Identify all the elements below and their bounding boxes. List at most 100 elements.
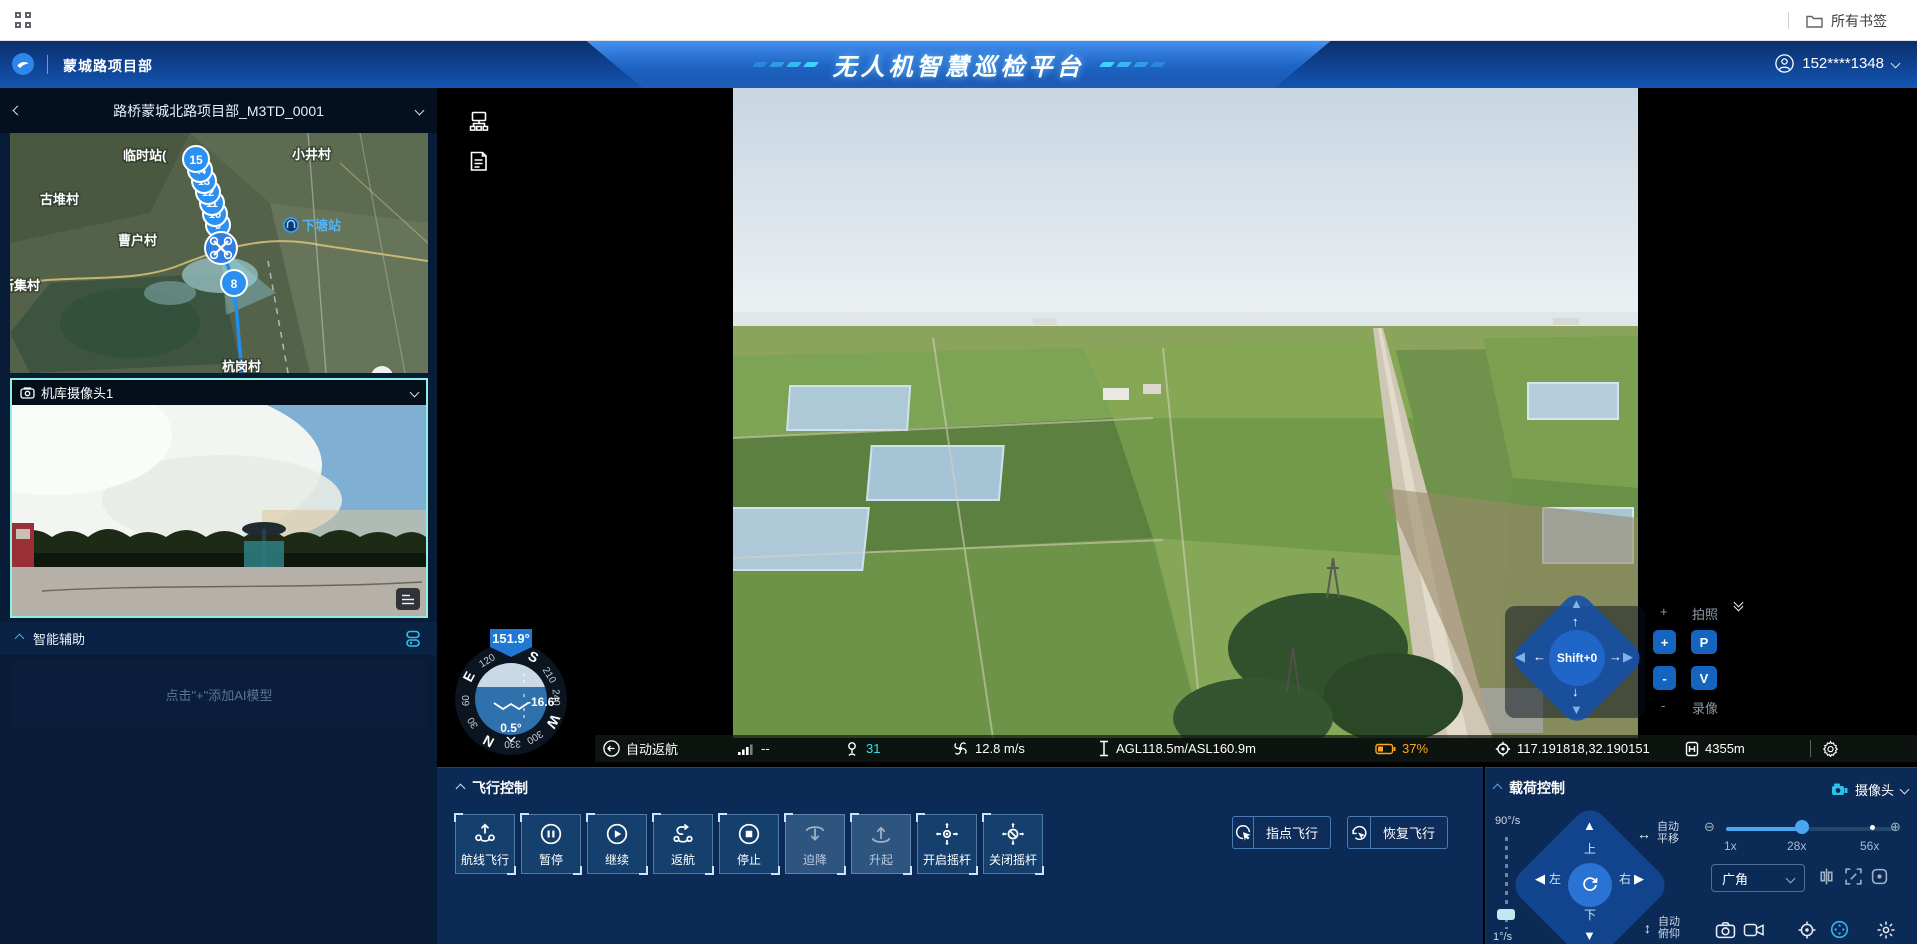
main-video-area: N 30 60 E 120 S 210 240 W 300 330 151.9°… — [437, 88, 1917, 765]
point-fly-button[interactable]: 指点飞行 — [1232, 816, 1331, 849]
lens-select-value: 广角 — [1722, 869, 1748, 888]
joystick-on-icon — [934, 821, 960, 847]
back-chevron-icon[interactable] — [13, 106, 23, 116]
camera-selector[interactable]: 摄像头 — [1831, 780, 1908, 799]
apps-grid-icon[interactable] — [15, 12, 31, 28]
stop-button[interactable]: 停止 — [719, 814, 779, 874]
payload-center-button[interactable] — [1568, 863, 1612, 907]
battery-indicator: 37% — [1375, 735, 1428, 762]
gimbal-arrow-right-icon[interactable]: → — [1609, 649, 1622, 664]
gimbal-tip-left-icon[interactable]: ◀ — [1515, 649, 1525, 665]
zoom-slider-handle[interactable] — [1795, 820, 1809, 834]
map-label-linshizhan: 临时站( — [123, 148, 167, 163]
zoom-label-mid: 28x — [1787, 839, 1806, 853]
gimbal-direction-pad[interactable]: ▲ ▼ ◀ ▶ ↑ ↓ ← → Shift+0 — [1505, 598, 1665, 748]
dock-camera-collapse-icon[interactable] — [410, 388, 420, 398]
return-home-button[interactable]: 返航 — [653, 814, 713, 874]
lens-select[interactable]: 广角 — [1711, 864, 1805, 892]
dock-camera-panel[interactable]: 机库摄像头1 — [10, 378, 428, 618]
svg-text:15: 15 — [189, 153, 203, 167]
lift-up-button[interactable]: 升起 — [851, 814, 911, 874]
gimbal-speed-handle[interactable] — [1497, 909, 1515, 920]
route-flight-label: 航线飞行 — [461, 851, 509, 868]
collapse-double-chevron-icon[interactable] — [1735, 602, 1742, 610]
lift-up-icon — [868, 821, 894, 847]
photo-key-button[interactable]: P — [1691, 630, 1717, 654]
gimbal-arrow-down-icon[interactable]: ↓ — [1572, 684, 1579, 699]
drone-logo-icon — [16, 57, 30, 71]
gimbal-tip-up-icon[interactable]: ▲ — [1570, 596, 1583, 611]
gimbal-arrow-up-icon[interactable]: ↑ — [1572, 614, 1579, 629]
video-key-button[interactable]: V — [1691, 666, 1717, 690]
speed-indicator: 12.8 m/s — [952, 735, 1025, 762]
dock-camera-menu-button[interactable] — [396, 588, 420, 610]
payload-control-header[interactable]: 载荷控制 — [1494, 778, 1565, 798]
gimbal-center-button[interactable]: Shift+0 — [1549, 630, 1605, 686]
payload-up-arrow-icon[interactable]: ▲ — [1583, 818, 1596, 833]
capture-area-button[interactable] — [1844, 867, 1863, 886]
payload-control-title: 载荷控制 — [1509, 778, 1565, 798]
mini-map[interactable]: 临时站( 小井村 古堆村 曹户村 塘新集村 杭岗村 下塘站 9 — [10, 133, 428, 373]
resume-fly-button[interactable]: 恢复飞行 — [1347, 816, 1448, 849]
photo-hint-label: 拍照 — [1692, 604, 1718, 623]
route-flight-button[interactable]: 航线飞行 — [455, 814, 515, 874]
zoom-out-button[interactable]: - — [1653, 666, 1676, 690]
battery-icon — [1375, 743, 1396, 755]
pause-label: 暂停 — [539, 851, 563, 868]
zoom-in-button[interactable]: + — [1653, 630, 1676, 654]
joystick-off-button[interactable]: 关闭摇杆 — [983, 814, 1043, 874]
return-mode-indicator[interactable]: 自动返航 — [603, 735, 678, 762]
header-divider — [47, 55, 48, 74]
user-menu[interactable]: 152****1348 — [1775, 54, 1899, 73]
folder-icon — [1806, 14, 1823, 28]
payload-right-label: 右 — [1619, 870, 1631, 887]
flight-control-header[interactable]: 飞行控制 — [457, 778, 528, 798]
target-lock-button[interactable] — [1797, 920, 1817, 940]
pause-button[interactable]: 暂停 — [521, 814, 581, 874]
all-bookmarks-button[interactable]: 所有书签 — [1806, 11, 1887, 31]
record-video-button[interactable] — [1743, 921, 1765, 939]
exposure-flare-button[interactable] — [1876, 920, 1896, 940]
drone-video-feed[interactable] — [733, 88, 1638, 738]
take-photo-button[interactable] — [1715, 920, 1736, 940]
ai-assist-header[interactable]: 智能辅助 — [0, 622, 437, 655]
gear-icon — [1822, 740, 1839, 757]
device-topology-button[interactable] — [468, 110, 490, 132]
stop-icon — [736, 821, 762, 847]
continue-button[interactable]: 继续 — [587, 814, 647, 874]
svg-text:60: 60 — [461, 694, 472, 706]
altitude-value: AGL118.5m/ASL160.9m — [1116, 741, 1256, 756]
force-land-button[interactable]: 迫降 — [785, 814, 845, 874]
device-name[interactable]: 路桥蒙城北路项目部_M3TD_0001 — [113, 101, 324, 121]
auto-pan-arrows-icon[interactable]: ↔ — [1637, 826, 1651, 842]
map-drone-marker[interactable] — [205, 232, 237, 264]
zoom-increase-button[interactable]: ⊕ — [1890, 819, 1901, 835]
signal-value: -- — [761, 741, 770, 756]
payload-right-arrow-icon[interactable]: ▶ — [1634, 871, 1644, 887]
payload-left-arrow-icon[interactable]: ◀ — [1535, 871, 1545, 887]
flight-log-button[interactable] — [468, 150, 489, 173]
settings-gear-button[interactable] — [1822, 740, 1839, 757]
joystick-off-label: 关闭摇杆 — [989, 851, 1037, 868]
device-dropdown-icon[interactable] — [415, 106, 425, 116]
camera-selector-label: 摄像头 — [1855, 780, 1894, 799]
gimbal-arrow-left-icon[interactable]: ← — [1533, 649, 1546, 664]
joystick-on-button[interactable]: 开启摇杆 — [917, 814, 977, 874]
zoom-decrease-button[interactable]: ⊖ — [1704, 819, 1715, 835]
ai-model-empty-area[interactable]: 点击"+"添加AI模型 — [12, 660, 426, 728]
gimbal-follow-button[interactable] — [1829, 919, 1850, 940]
app-logo[interactable] — [12, 53, 34, 75]
ai-model-icon[interactable] — [405, 630, 421, 648]
chevron-down-icon — [1786, 873, 1796, 883]
frame-focus-button[interactable] — [1870, 867, 1889, 886]
auto-tilt-label[interactable]: 自动俯仰 — [1658, 916, 1680, 940]
payload-down-arrow-icon[interactable]: ▼ — [1583, 928, 1596, 943]
auto-tilt-arrows-icon[interactable]: ↕ — [1644, 920, 1651, 936]
gimbal-tip-right-icon[interactable]: ▶ — [1623, 649, 1633, 665]
center-view-button[interactable] — [1817, 867, 1836, 886]
gimbal-tip-down-icon[interactable]: ▼ — [1570, 702, 1583, 717]
auto-pan-label[interactable]: 自动平移 — [1657, 821, 1679, 845]
satellite-count: 31 — [866, 741, 880, 756]
coordinates-value: 117.191818,32.190151 — [1517, 741, 1650, 756]
svg-text:8: 8 — [231, 277, 238, 291]
